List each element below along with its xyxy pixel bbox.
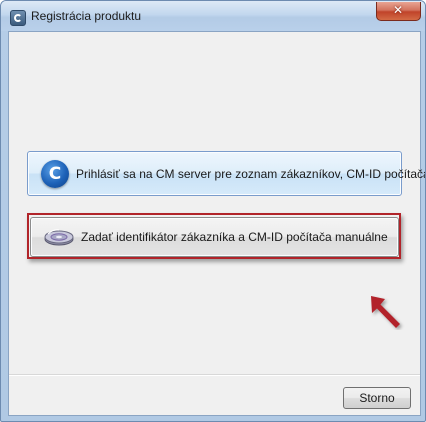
app-icon	[10, 10, 26, 26]
manual-entry-button[interactable]: Zadať identifikátor zákazníka a CM-ID po…	[30, 217, 399, 257]
footer-divider-highlight	[9, 375, 420, 376]
close-button[interactable]: ✕	[376, 2, 421, 21]
arrow-icon	[371, 296, 400, 328]
window-title: Registrácia produktu	[31, 9, 142, 23]
manual-entry-label: Zadať identifikátor zákazníka a CM-ID po…	[81, 230, 388, 244]
cm-logo-letter: C	[48, 164, 62, 184]
login-cm-server-label: Prihlásiť sa na CM server pre zoznam zák…	[76, 167, 426, 181]
registration-dialog: Registrácia produktu ✕ C Prihlásiť sa na…	[0, 0, 426, 422]
close-icon: ✕	[393, 3, 404, 17]
title-bar[interactable]: Registrácia produktu ✕	[1, 1, 425, 31]
cancel-button[interactable]: Storno	[343, 387, 411, 409]
login-cm-server-button[interactable]: C Prihlásiť sa na CM server pre zoznam z…	[27, 151, 425, 196]
dialog-body: C Prihlásiť sa na CM server pre zoznam z…	[8, 31, 425, 416]
cm-logo-icon: C	[41, 160, 69, 188]
disk-icon	[44, 229, 74, 246]
